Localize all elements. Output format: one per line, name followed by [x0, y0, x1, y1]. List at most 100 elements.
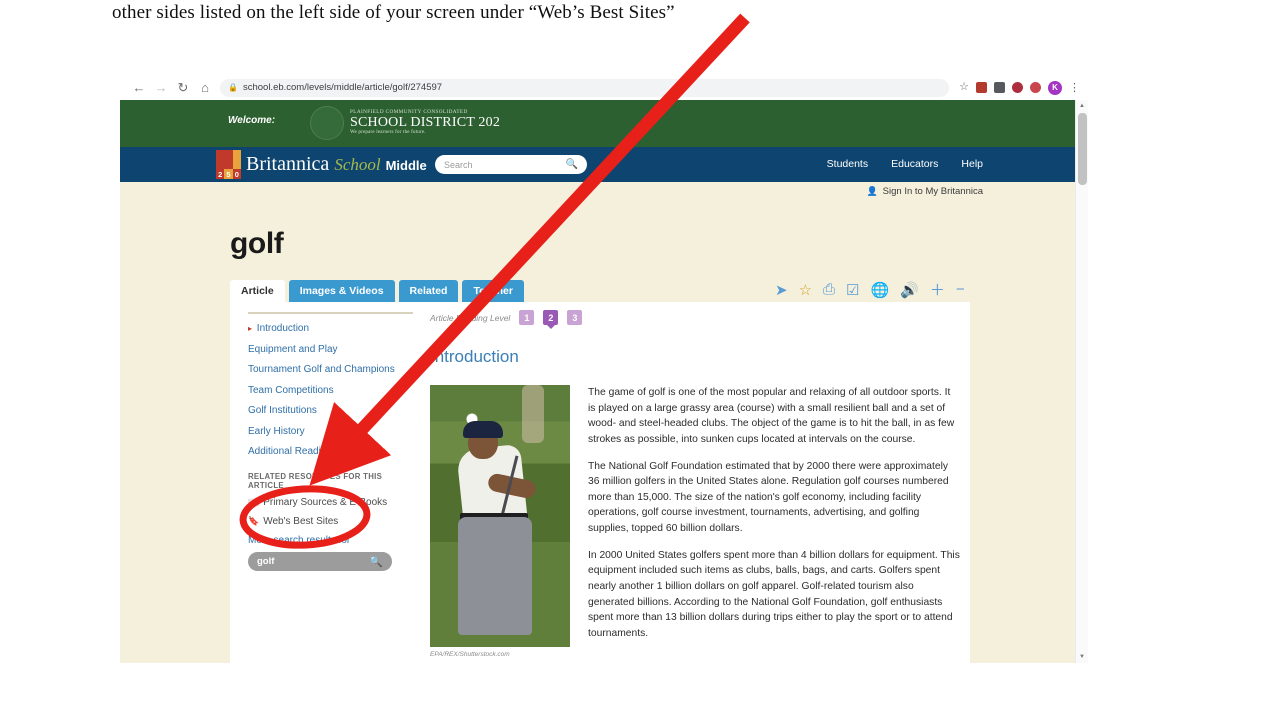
site-search-box[interactable]: Search 🔍	[435, 155, 587, 174]
scrollbar-thumb[interactable]	[1078, 113, 1087, 185]
translate-globe-icon[interactable]: 🌐	[871, 281, 890, 299]
cite-checkbox-icon[interactable]: ☑	[846, 281, 859, 299]
slide-caption: other sides listed on the left side of y…	[112, 2, 675, 23]
tab-related[interactable]: Related	[398, 280, 459, 303]
golfer-cap	[463, 421, 503, 438]
listen-speaker-icon[interactable]: 🔊	[900, 281, 919, 299]
extension-icon-4[interactable]	[1030, 82, 1041, 93]
person-icon: 👤	[866, 186, 878, 196]
article-paragraph: In 2000 United States golfers spent more…	[588, 549, 960, 639]
tab-teacher[interactable]: Teacher	[462, 280, 524, 303]
britannica-250-logo-icon[interactable]: 2 5 0	[216, 150, 241, 179]
article-sidebar: Introduction Equipment and Play Tourname…	[248, 312, 418, 571]
favorite-star-icon[interactable]: ☆	[799, 281, 812, 299]
related-resource-webs-best-sites[interactable]: 🔖 Web's Best Sites	[248, 516, 418, 527]
district-logo: PLAINFIELD COMMUNITY CONSOLIDATED SCHOOL…	[310, 106, 500, 140]
sidebar-item-label: Introduction	[256, 323, 310, 334]
nav-item-help[interactable]: Help	[961, 158, 983, 170]
sidebar-item-tournament-golf-and-champions[interactable]: Tournament Golf and Champions	[248, 364, 418, 376]
extension-icon-2[interactable]	[994, 82, 1005, 93]
golfer-photo	[430, 385, 570, 647]
bookmark-icon: 🔖	[248, 515, 260, 526]
article-toolbar: ➤ ☆ ⎙ ☑ 🌐 🔊 ＋ −	[775, 279, 965, 300]
nav-item-students[interactable]: Students	[827, 158, 868, 170]
address-bar[interactable]: 🔒 school.eb.com/levels/middle/article/go…	[220, 78, 950, 97]
scroll-up-icon[interactable]: ▲	[1076, 100, 1088, 112]
district-line-3: We prepare learners for the future.	[350, 130, 426, 136]
forward-icon[interactable]: →	[150, 77, 172, 99]
bookmark-star-icon[interactable]: ☆	[959, 82, 969, 93]
sign-in-label: Sign In to My Britannica	[882, 186, 983, 197]
lock-icon: 🔒	[228, 83, 238, 92]
brand-wordmark[interactable]: Britannica School Middle	[246, 153, 427, 176]
nav-item-educators[interactable]: Educators	[891, 158, 938, 170]
reload-icon[interactable]: ↻	[172, 77, 194, 99]
home-icon[interactable]: ⌂	[194, 77, 216, 99]
golfer-pants	[458, 517, 532, 635]
tab-article[interactable]: Article	[230, 280, 285, 303]
district-line-2: SCHOOL DISTRICT 202	[350, 114, 501, 130]
page-scrollbar[interactable]: ▲ ▼	[1075, 100, 1088, 663]
tab-images-videos[interactable]: Images & Videos	[288, 280, 395, 303]
top-navigation: Students Educators Help	[827, 158, 983, 170]
image-credit: EPA/REX/Shutterstock.com	[430, 651, 510, 658]
browser-menu-icon[interactable]: ⋮	[1069, 81, 1080, 94]
sign-in-link[interactable]: 👤 Sign In to My Britannica	[866, 186, 983, 197]
article-figure: EPA/REX/Shutterstock.com	[430, 385, 570, 658]
browser-omnibar: ← → ↻ ⌂ 🔒 school.eb.com/levels/middle/ar…	[120, 75, 1088, 100]
related-resource-label: Web's Best Sites	[263, 515, 339, 527]
related-resource-primary-sources[interactable]: 📖 Primary Sources & E-Books	[248, 497, 418, 508]
scroll-down-icon[interactable]: ▼	[1076, 651, 1088, 663]
brand-bar: 2 5 0 Britannica School Middle Search 🔍 …	[120, 147, 1088, 182]
share-icon[interactable]: ➤	[775, 281, 788, 299]
more-search-results-label[interactable]: More search results for	[248, 535, 418, 546]
print-icon[interactable]: ⎙	[823, 281, 835, 298]
sidebar-search-input[interactable]: golf	[257, 556, 369, 567]
brand-name: Britannica	[246, 153, 330, 175]
url-text: school.eb.com/levels/middle/article/golf…	[242, 82, 443, 93]
profile-avatar[interactable]: K	[1048, 80, 1062, 95]
article-content-card: Introduction Equipment and Play Tourname…	[230, 302, 970, 663]
reading-level-1[interactable]: 1	[519, 310, 535, 325]
article-paragraph: The National Golf Foundation estimated t…	[588, 460, 949, 535]
reading-level-row: Article Reading Level 1 2 3	[430, 310, 960, 325]
search-icon[interactable]: 🔍	[566, 159, 578, 170]
sidebar-item-golf-institutions[interactable]: Golf Institutions	[248, 405, 418, 417]
back-icon[interactable]: ←	[128, 77, 150, 99]
zoom-in-icon[interactable]: ＋	[930, 279, 945, 300]
sidebar-item-introduction[interactable]: Introduction	[248, 323, 418, 335]
article-body: Article Reading Level 1 2 3 Introduction	[430, 310, 960, 658]
related-resources-heading: RELATED RESOURCES FOR THIS ARTICLE	[248, 471, 383, 490]
zoom-out-icon[interactable]: −	[956, 281, 965, 298]
browser-window: ← → ↻ ⌂ 🔒 school.eb.com/levels/middle/ar…	[120, 75, 1088, 663]
brand-suffix: School	[334, 155, 381, 174]
related-resource-label: Primary Sources & E-Books	[263, 496, 388, 508]
welcome-label: Welcome:	[228, 115, 276, 126]
sidebar-item-early-history[interactable]: Early History	[248, 426, 418, 438]
sidebar-item-team-competitions[interactable]: Team Competitions	[248, 385, 418, 397]
section-title: Introduction	[430, 347, 519, 366]
extension-icon-1[interactable]	[976, 82, 987, 93]
reading-level-3[interactable]: 3	[567, 310, 583, 325]
reading-level-2[interactable]: 2	[543, 310, 559, 325]
site-search-input[interactable]: Search	[444, 160, 566, 170]
article-tabs: Article Images & Videos Related Teacher	[230, 280, 524, 303]
sidebar-item-additional-reading[interactable]: Additional Reading	[248, 446, 418, 458]
sidebar-divider	[248, 312, 413, 314]
sidebar-search-box[interactable]: golf 🔍	[248, 551, 392, 571]
search-icon[interactable]: 🔍	[369, 555, 383, 568]
book-icon: 📖	[248, 496, 260, 507]
district-banner: Welcome: PLAINFIELD COMMUNITY CONSOLIDAT…	[120, 100, 1088, 147]
sidebar-item-equipment-and-play[interactable]: Equipment and Play	[248, 344, 418, 356]
signin-row: 👤 Sign In to My Britannica	[120, 182, 1088, 204]
page-title: golf	[230, 227, 284, 260]
article-paragraph: The game of golf is one of the most popu…	[588, 387, 955, 445]
district-seal-icon	[310, 106, 344, 140]
britannica-school-page: Welcome: PLAINFIELD COMMUNITY CONSOLIDAT…	[120, 100, 1088, 663]
reading-level-label: Article Reading Level	[430, 312, 511, 323]
background-person	[522, 385, 544, 443]
omnibar-icons: ☆ K ⋮	[955, 80, 1080, 95]
brand-level: Middle	[385, 158, 427, 173]
article-paragraphs: The game of golf is one of the most popu…	[588, 385, 960, 658]
extension-icon-3[interactable]	[1012, 82, 1023, 93]
